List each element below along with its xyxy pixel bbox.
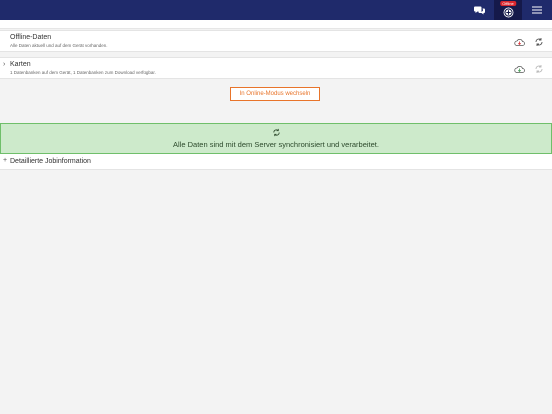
offline-data-subtitle: Alle Daten aktuell und auf dem Gerät vor… xyxy=(10,43,108,48)
cloud-download-icon xyxy=(513,38,525,46)
maps-subtitle: 1 Datenbanken auf dem Gerät, 1 Datenbank… xyxy=(10,70,156,75)
offline-data-title: Offline-Daten xyxy=(10,34,52,41)
menu-button[interactable] xyxy=(528,0,546,20)
hamburger-menu-icon xyxy=(532,6,542,14)
maps-row[interactable]: › Karten 1 Datenbanken auf dem Gerät, 1 … xyxy=(0,57,552,79)
chat-button[interactable] xyxy=(470,0,488,20)
sync-icon xyxy=(535,38,543,46)
sync-icon xyxy=(535,65,543,73)
chat-bubbles-icon xyxy=(473,6,485,14)
job-info-label: Detaillierte Jobinformation xyxy=(10,158,91,165)
header-spacer xyxy=(0,20,552,29)
offline-data-download-button[interactable] xyxy=(513,36,525,48)
chevron-right-icon: › xyxy=(3,61,6,68)
maps-download-button[interactable] xyxy=(513,63,525,75)
cloud-download-icon xyxy=(513,65,525,73)
maps-sync-button[interactable] xyxy=(533,63,545,75)
sync-status-banner: Alle Daten sind mit dem Server synchroni… xyxy=(0,123,552,154)
top-bar: Offline xyxy=(0,0,552,20)
sync-status-message: Alle Daten sind mit dem Server synchroni… xyxy=(173,140,379,149)
maps-title: Karten xyxy=(10,61,31,68)
offline-data-sync-button[interactable] xyxy=(533,36,545,48)
plus-icon: + xyxy=(3,157,8,164)
connection-status-button[interactable]: Offline xyxy=(494,0,522,20)
switch-online-mode-button[interactable]: In Online-Modus wechseln xyxy=(230,87,320,101)
offline-status-icon xyxy=(503,7,513,18)
job-info-toggle[interactable]: + Detaillierte Jobinformation xyxy=(0,154,552,170)
sync-icon xyxy=(271,127,281,137)
offline-data-row[interactable]: Offline-Daten Alle Daten aktuell und auf… xyxy=(0,30,552,52)
status-badge: Offline xyxy=(500,1,516,6)
